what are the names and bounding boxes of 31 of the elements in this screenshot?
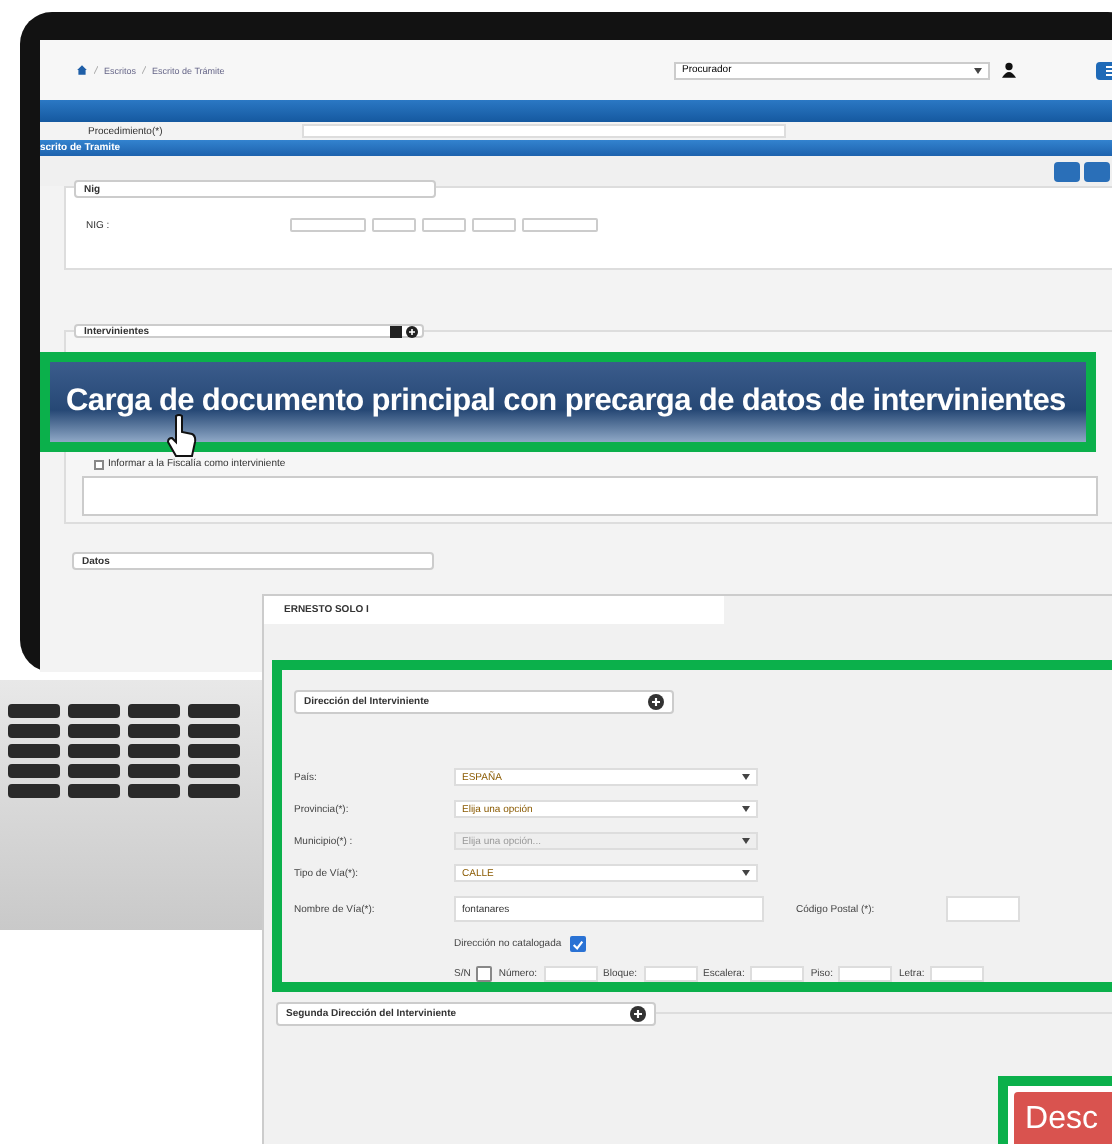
hand-cursor-icon <box>166 414 198 458</box>
caret-icon <box>742 774 750 780</box>
caret-icon <box>742 838 750 844</box>
checkbox[interactable] <box>569 936 586 952</box>
caret-icon <box>974 67 982 73</box>
add-icon[interactable] <box>406 325 418 337</box>
callout-text: Carga de documento principal con precarga de datos de intervinientes <box>66 384 1066 420</box>
nig-field[interactable] <box>471 218 516 232</box>
user-icon[interactable] <box>1002 62 1016 78</box>
text-field[interactable] <box>750 966 805 982</box>
checkbox[interactable] <box>94 459 104 469</box>
nig-field[interactable] <box>371 218 416 232</box>
add-icon[interactable] <box>648 694 664 710</box>
separator-icon <box>94 66 98 74</box>
separator-icon <box>142 66 147 74</box>
text-field[interactable] <box>930 966 985 982</box>
checkbox[interactable] <box>476 966 493 982</box>
caret-icon <box>742 870 750 876</box>
discard-button[interactable]: Desc <box>1013 1092 1112 1144</box>
procedure-field[interactable] <box>302 124 787 138</box>
text-area[interactable] <box>82 476 1098 516</box>
nig-field[interactable] <box>289 218 366 232</box>
nig-field[interactable] <box>521 218 598 232</box>
caret-icon <box>742 806 750 812</box>
nig-field[interactable] <box>421 218 466 232</box>
text-field[interactable] <box>643 966 697 982</box>
add-icon[interactable] <box>630 1006 646 1022</box>
text-field[interactable] <box>838 966 893 982</box>
text-field[interactable] <box>543 966 598 982</box>
postal-code-field[interactable] <box>946 896 1020 922</box>
home-icon[interactable] <box>76 64 88 76</box>
